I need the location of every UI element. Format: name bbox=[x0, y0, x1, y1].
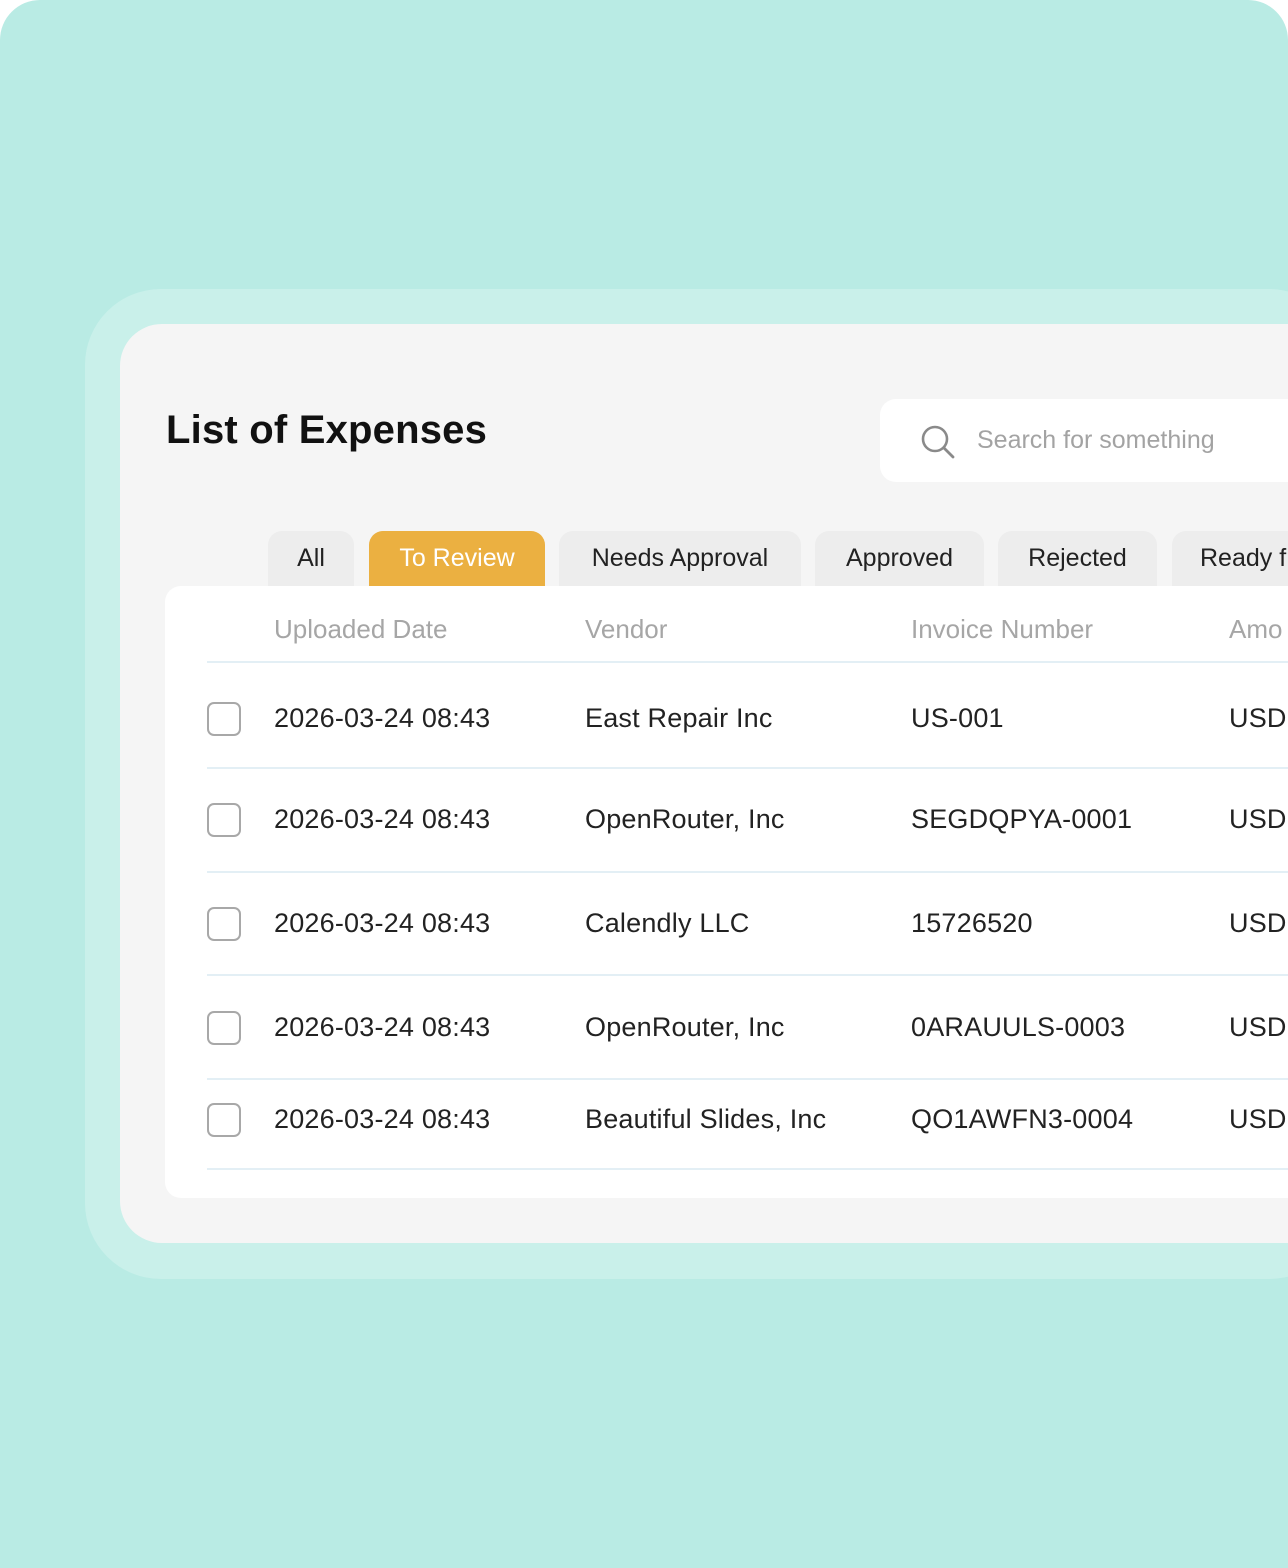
tab-to-review[interactable]: To Review bbox=[369, 531, 545, 586]
search-box[interactable] bbox=[880, 399, 1288, 482]
page-title: List of Expenses bbox=[166, 408, 488, 452]
cell-invoice-number: 0ARAUULS-0003 bbox=[911, 1012, 1126, 1042]
cell-invoice-number: US-001 bbox=[911, 703, 1004, 733]
cell-invoice-number: SEGDQPYA-0001 bbox=[911, 804, 1133, 834]
cell-invoice-number: QO1AWFN3-0004 bbox=[911, 1104, 1134, 1134]
app-background: List of Expenses All To Review Needs App… bbox=[0, 0, 1288, 1568]
table-row[interactable]: 2026-03-24 08:43 OpenRouter, Inc 0ARAUUL… bbox=[165, 1000, 1288, 1060]
cell-uploaded-date: 2026-03-24 08:43 bbox=[274, 1012, 491, 1042]
cell-invoice-number: 15726520 bbox=[911, 908, 1033, 938]
tab-label: Ready f bbox=[1200, 544, 1287, 572]
cell-uploaded-date: 2026-03-24 08:43 bbox=[274, 804, 491, 834]
cell-amount: USD bbox=[1229, 804, 1287, 834]
cell-vendor: East Repair Inc bbox=[585, 703, 773, 733]
expenses-table: Uploaded Date Vendor Invoice Number Amo … bbox=[165, 586, 1288, 1198]
search-icon bbox=[921, 425, 955, 459]
tab-approved[interactable]: Approved bbox=[815, 531, 984, 586]
tab-needs-approval[interactable]: Needs Approval bbox=[559, 531, 801, 586]
column-header-amount[interactable]: Amo bbox=[1229, 614, 1282, 645]
row-divider bbox=[207, 1168, 1288, 1170]
tab-label: Needs Approval bbox=[591, 544, 769, 572]
header-divider bbox=[207, 661, 1288, 663]
search-input[interactable] bbox=[977, 399, 1288, 482]
table-row[interactable]: 2026-03-24 08:43 OpenRouter, Inc SEGDQPY… bbox=[165, 792, 1288, 852]
cell-uploaded-date: 2026-03-24 08:43 bbox=[274, 1104, 491, 1134]
cell-amount: USD bbox=[1229, 1104, 1287, 1134]
cell-amount: USD bbox=[1229, 1012, 1287, 1042]
tab-label: Rejected bbox=[1028, 544, 1127, 572]
row-checkbox[interactable] bbox=[207, 803, 241, 837]
expenses-panel: List of Expenses All To Review Needs App… bbox=[120, 324, 1288, 1243]
cell-vendor: OpenRouter, Inc bbox=[585, 804, 785, 834]
tab-all[interactable]: All bbox=[268, 531, 354, 586]
tab-ready[interactable]: Ready f bbox=[1172, 531, 1288, 586]
cell-vendor: OpenRouter, Inc bbox=[585, 1012, 785, 1042]
cell-uploaded-date: 2026-03-24 08:43 bbox=[274, 908, 491, 938]
cell-amount: USD bbox=[1229, 908, 1287, 938]
row-divider bbox=[207, 974, 1288, 976]
column-header-uploaded-date[interactable]: Uploaded Date bbox=[274, 614, 447, 645]
column-header-invoice-number[interactable]: Invoice Number bbox=[911, 614, 1093, 645]
row-checkbox[interactable] bbox=[207, 702, 241, 736]
row-checkbox[interactable] bbox=[207, 907, 241, 941]
tab-label: Approved bbox=[845, 544, 954, 572]
cell-vendor: Calendly LLC bbox=[585, 908, 750, 938]
table-row[interactable]: 2026-03-24 08:43 East Repair Inc US-001 … bbox=[165, 691, 1288, 751]
table-row[interactable]: 2026-03-24 08:43 Calendly LLC 15726520 U… bbox=[165, 896, 1288, 956]
row-checkbox[interactable] bbox=[207, 1103, 241, 1137]
row-divider bbox=[207, 1078, 1288, 1080]
table-row[interactable]: 2026-03-24 08:43 Beautiful Slides, Inc Q… bbox=[165, 1092, 1288, 1152]
cell-uploaded-date: 2026-03-24 08:43 bbox=[274, 703, 491, 733]
tab-rejected[interactable]: Rejected bbox=[998, 531, 1157, 586]
column-header-vendor[interactable]: Vendor bbox=[585, 614, 667, 645]
tab-label: To Review bbox=[399, 544, 515, 572]
cell-amount: USD bbox=[1229, 703, 1287, 733]
row-checkbox[interactable] bbox=[207, 1011, 241, 1045]
tab-label: All bbox=[297, 544, 325, 572]
cell-vendor: Beautiful Slides, Inc bbox=[585, 1104, 827, 1134]
row-divider bbox=[207, 767, 1288, 769]
row-divider bbox=[207, 871, 1288, 873]
